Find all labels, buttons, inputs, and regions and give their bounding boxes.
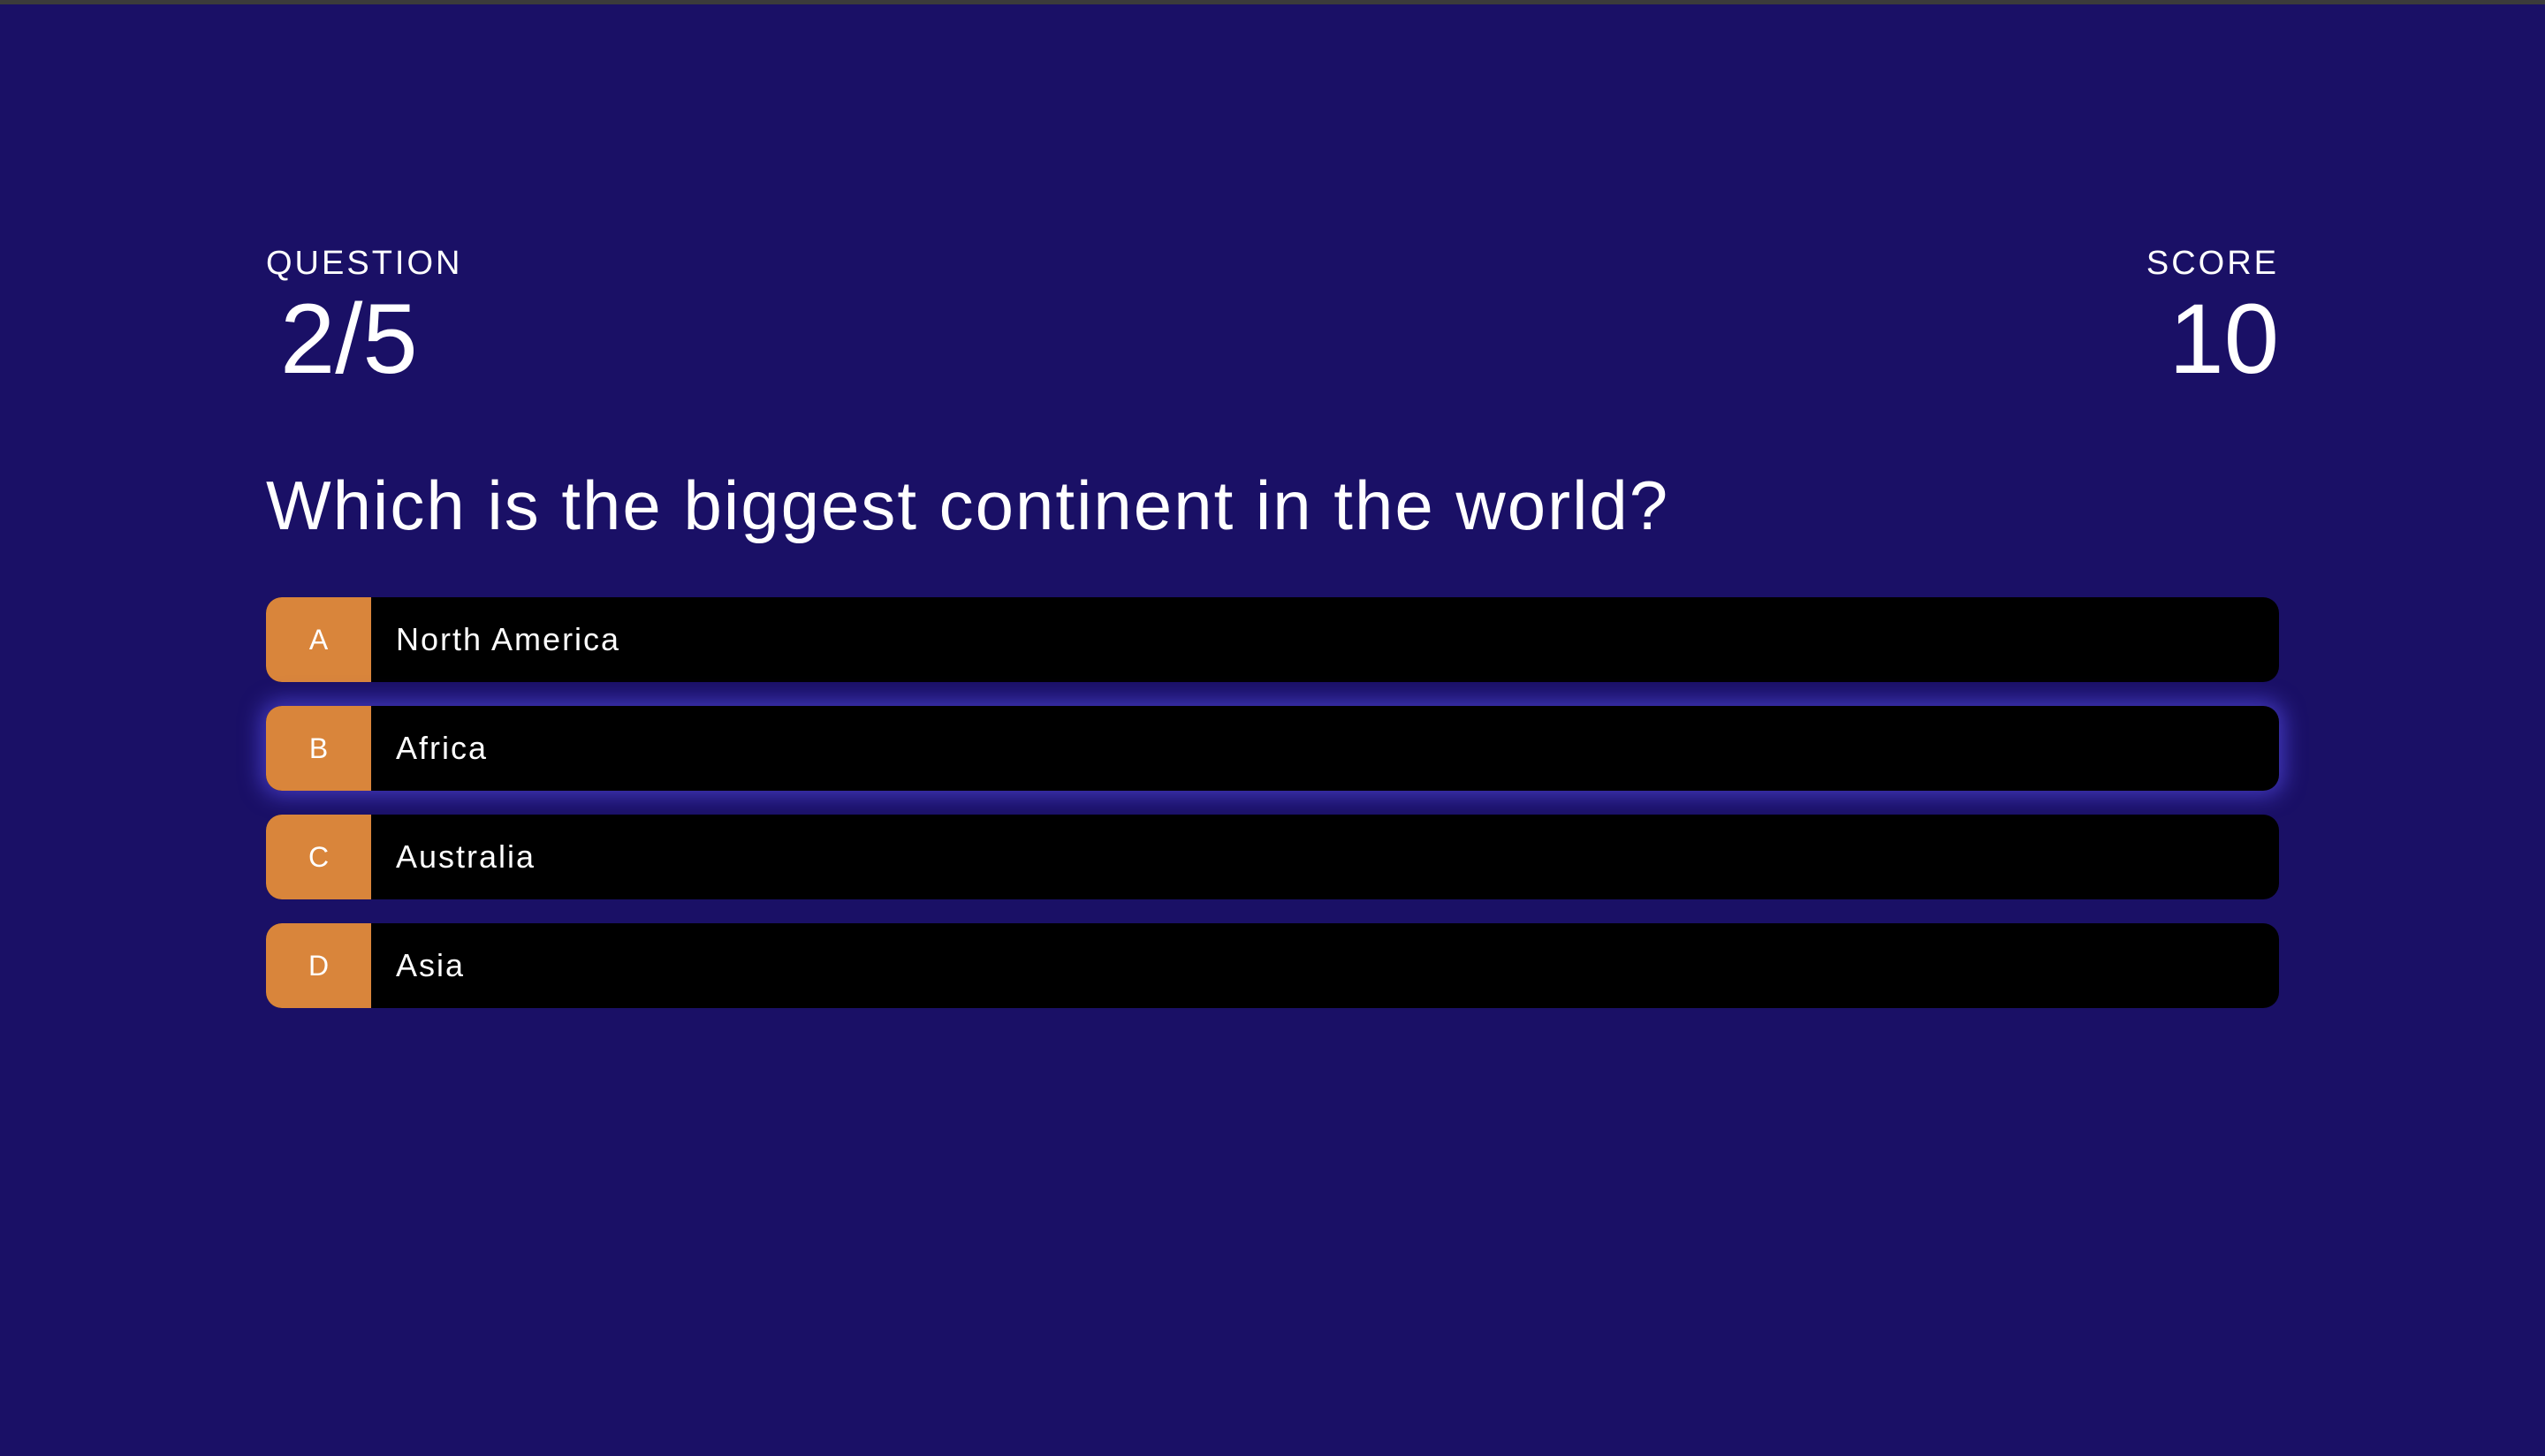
score-counter: SCORE 10 [2146,239,2279,394]
answer-options: A North America B Africa C Australia D A… [266,597,2279,1032]
answer-label-a: North America [396,621,621,657]
score-label: SCORE [2146,245,2279,282]
answer-option-a[interactable]: A North America [266,597,2279,682]
answer-label-c: Australia [396,838,536,875]
answer-label-d: Asia [396,947,466,983]
score-value: 10 [2169,284,2279,394]
answer-option-c[interactable]: C Australia [266,815,2279,899]
answer-option-b[interactable]: B Africa [266,706,2279,791]
question-counter: QUESTION 2/5 [266,239,463,394]
answer-key-d: D [266,923,371,1008]
question-label: QUESTION [266,245,463,282]
answer-label-b: Africa [396,730,489,766]
answer-key-c: C [266,815,371,899]
question-progress: 2/5 [280,284,418,394]
quiz-hud: QUESTION 2/5 SCORE 10 [266,239,2279,398]
answer-key-a: A [266,597,371,682]
quiz-panel: QUESTION 2/5 SCORE 10 Which is the bigge… [266,239,2279,1032]
question-text: Which is the biggest continent in the wo… [266,466,1670,544]
window-top-border [0,0,2545,4]
answer-option-d[interactable]: D Asia [266,923,2279,1008]
answer-key-b: B [266,706,371,791]
